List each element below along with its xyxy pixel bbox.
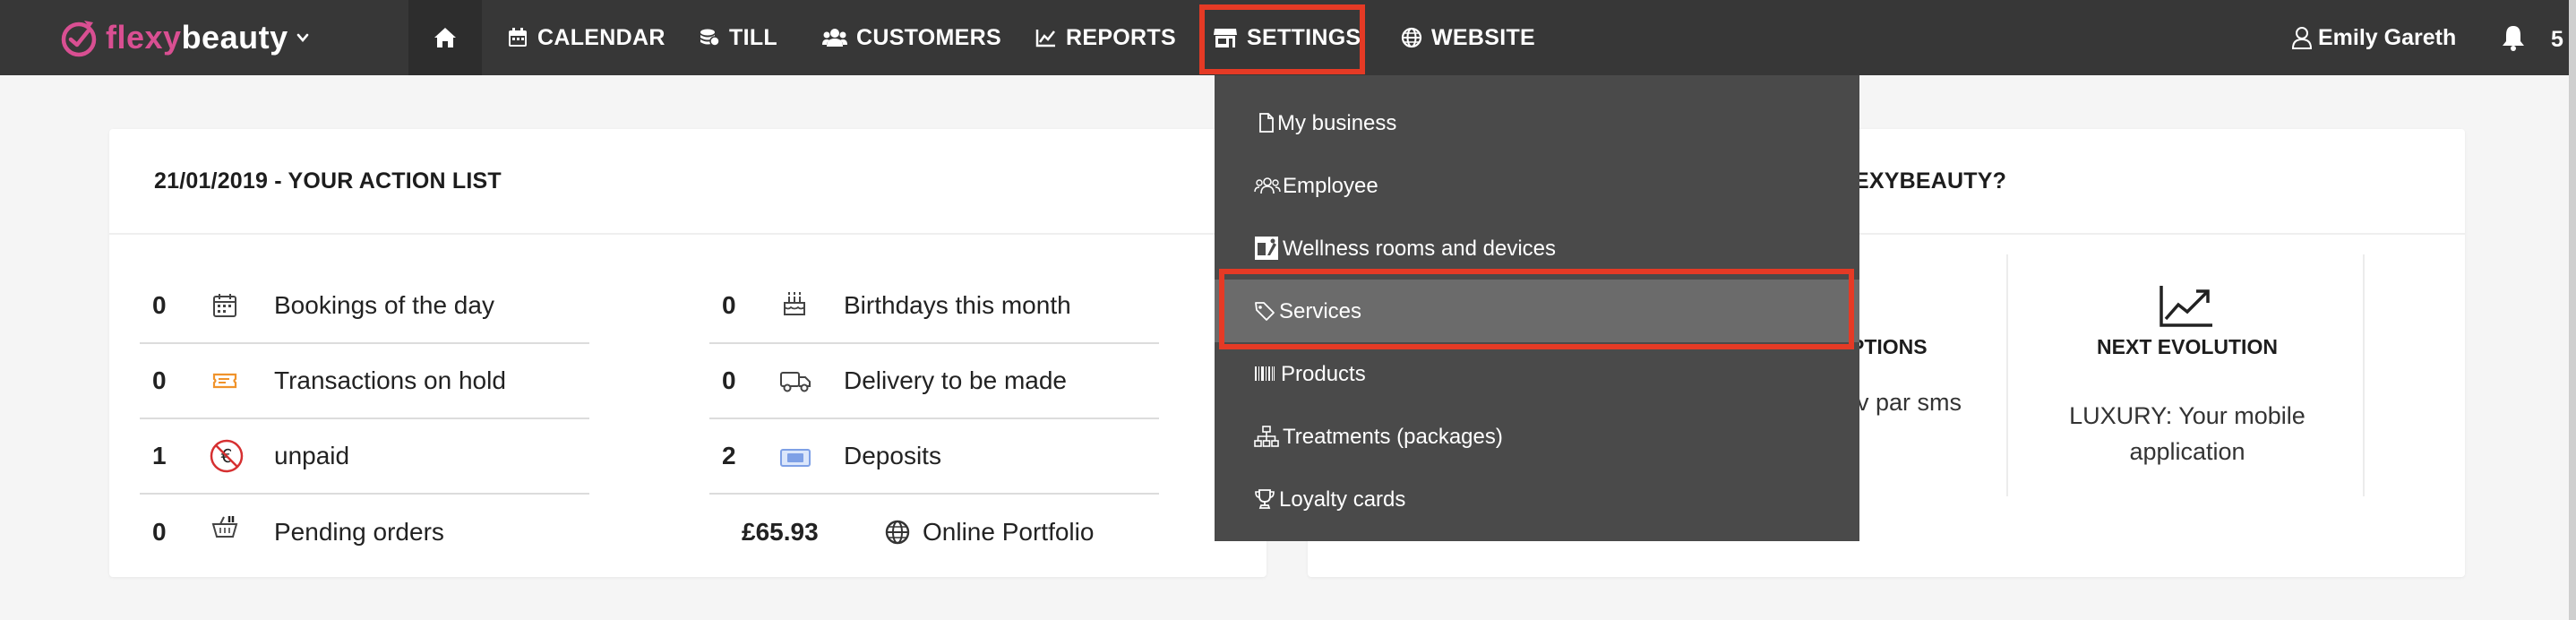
action-count: 0 [722, 366, 736, 394]
action-label: Online Portfolio [923, 518, 1095, 546]
nav-customers-label: CUSTOMERS [856, 24, 1001, 50]
action-count: 0 [152, 518, 167, 546]
action-row-online-portfolio[interactable]: £65.93 Online Portfolio [709, 495, 1159, 570]
column-divider [2006, 254, 2008, 496]
action-count: 0 [152, 291, 167, 319]
store-icon [1214, 29, 1237, 47]
menu-item-employee[interactable]: Employee [1215, 154, 1859, 217]
action-count: 0 [152, 366, 167, 394]
action-row-deposits[interactable]: 2 Deposits [709, 419, 1159, 495]
options-text: dv par sms [1843, 389, 1962, 416]
nav-till[interactable]: TILL [699, 0, 777, 75]
nav-reports-label: REPORTS [1066, 24, 1176, 50]
globe-icon [1401, 27, 1422, 48]
action-row-bookings[interactable]: 0 Bookings of the day [140, 269, 589, 344]
info-card-title: EXYBEAUTY? [1854, 168, 2007, 194]
chart-icon [1035, 30, 1055, 47]
nav-calendar-label: CALENDAR [537, 24, 665, 50]
menu-item-products[interactable]: Products [1215, 342, 1859, 405]
action-label: Deposits [844, 442, 941, 469]
action-label: unpaid [274, 442, 350, 469]
tag-icon [1255, 302, 1275, 321]
users-icon [1254, 177, 1281, 194]
truck-icon [780, 372, 811, 392]
action-count: 0 [722, 291, 736, 319]
calendar-icon [509, 28, 527, 47]
menu-item-label: Services [1279, 299, 1362, 323]
nav-home[interactable] [408, 0, 482, 75]
trend-up-icon [2160, 286, 2212, 327]
flexybeauty-logo-icon [57, 15, 102, 60]
action-list-card: 21/01/2019 - YOUR ACTION LIST 0 Bookings… [109, 129, 1267, 577]
brand-logo[interactable]: flexy beauty [57, 14, 310, 61]
action-label: Transactions on hold [274, 366, 506, 394]
action-row-transactions-on-hold[interactable]: 0 Transactions on hold [140, 344, 589, 419]
action-label: Bookings of the day [274, 291, 494, 319]
brand-name-part1: flexy [106, 19, 182, 56]
action-list-title: 21/01/2019 - YOUR ACTION LIST [109, 129, 1267, 235]
menu-item-label: Wellness rooms and devices [1283, 237, 1557, 261]
menu-item-wellness-rooms[interactable]: Wellness rooms and devices [1215, 217, 1859, 280]
action-count: 2 [722, 442, 736, 469]
barcode-icon [1255, 366, 1275, 381]
nav-settings-label: SETTINGS [1247, 24, 1361, 50]
trophy-icon [1255, 489, 1275, 509]
user-icon [2291, 27, 2313, 49]
settings-dropdown-menu: My business Employee Wellness rooms and … [1215, 75, 1859, 541]
window-edge [2569, 0, 2576, 620]
action-row-unpaid[interactable]: 1 € unpaid [140, 419, 589, 495]
menu-item-label: My business [1277, 111, 1397, 135]
column-divider [2363, 254, 2365, 496]
action-label: Delivery to be made [844, 366, 1068, 394]
coins-icon [700, 29, 720, 47]
calendar-icon [213, 294, 236, 317]
menu-item-my-business[interactable]: My business [1215, 91, 1859, 154]
menu-item-label: Employee [1283, 174, 1378, 198]
action-row-pending-orders[interactable]: 0 Pending orders [140, 495, 589, 570]
action-row-delivery[interactable]: 0 Delivery to be made [709, 344, 1159, 419]
nav-till-label: TILL [729, 24, 777, 50]
home-icon [434, 28, 456, 47]
next-evolution-text: LUXURY: Your mobile application [2069, 402, 2306, 465]
user-name: Emily Gareth [2318, 24, 2457, 50]
users-icon [822, 29, 847, 47]
notification-count[interactable]: 5 [2551, 27, 2563, 53]
menu-item-treatments[interactable]: Treatments (packages) [1215, 405, 1859, 468]
ticket-icon [212, 373, 237, 389]
action-label: Birthdays this month [844, 291, 1071, 319]
menu-item-label: Products [1281, 362, 1366, 386]
nav-website-label: WEBSITE [1431, 24, 1535, 50]
action-count: £65.93 [742, 518, 819, 546]
action-count: 1 [152, 442, 167, 469]
cake-icon [784, 292, 805, 315]
banknote-icon [780, 449, 811, 467]
document-icon [1259, 113, 1274, 133]
nav-website[interactable]: WEBSITE [1401, 0, 1535, 75]
top-navigation-bar: flexy beauty CALENDAR TILL CUSTOMERS REP… [0, 0, 2576, 75]
action-label: Pending orders [274, 518, 444, 546]
bell-icon[interactable] [2499, 23, 2528, 52]
menu-item-loyalty-cards[interactable]: Loyalty cards [1215, 468, 1859, 530]
globe-icon [885, 520, 910, 545]
chevron-down-icon [296, 33, 308, 43]
room-icon [1255, 237, 1278, 260]
nav-customers[interactable]: CUSTOMERS [822, 0, 1001, 75]
menu-item-services[interactable]: Services [1215, 280, 1859, 342]
no-euro-icon: € [210, 439, 244, 473]
user-menu[interactable]: Emily Gareth [2291, 0, 2456, 75]
nav-reports[interactable]: REPORTS [1035, 0, 1176, 75]
hierarchy-icon [1254, 426, 1279, 447]
action-row-birthdays[interactable]: 0 Birthdays this month [709, 269, 1159, 344]
menu-item-label: Treatments (packages) [1283, 425, 1503, 449]
nav-calendar[interactable]: CALENDAR [507, 0, 665, 75]
options-title: PTIONS [1850, 335, 1928, 358]
basket-icon [211, 516, 238, 538]
nav-settings[interactable]: SETTINGS [1213, 0, 1361, 75]
menu-item-label: Loyalty cards [1279, 487, 1406, 512]
next-evolution-title: NEXT EVOLUTION [2097, 335, 2278, 358]
brand-name-part2: beauty [181, 19, 288, 56]
